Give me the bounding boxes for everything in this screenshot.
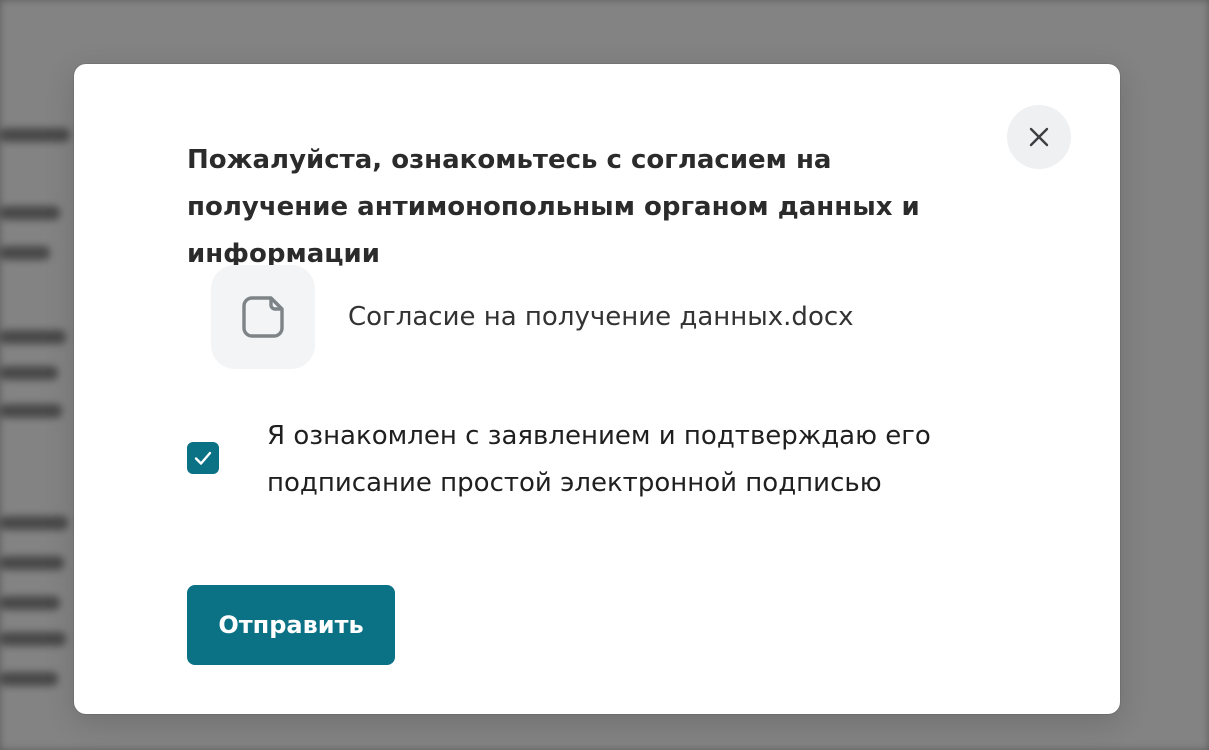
consent-checkbox[interactable]: [187, 442, 219, 474]
file-name[interactable]: Согласие на получение данных.docx: [348, 302, 854, 332]
attached-file[interactable]: Согласие на получение данных.docx: [211, 265, 854, 369]
checkmark-icon: [194, 451, 212, 465]
file-icon-container: [211, 265, 315, 369]
submit-button[interactable]: Отправить: [187, 585, 395, 665]
consent-dialog: Пожалуйста, ознакомьтесь с согласием на …: [74, 64, 1120, 714]
dialog-title: Пожалуйста, ознакомьтесь с согласием на …: [187, 145, 920, 269]
close-button[interactable]: [1007, 105, 1071, 169]
close-icon: [1029, 127, 1049, 147]
consent-label[interactable]: Я ознакомлен с заявлением и подтверждаю …: [267, 413, 1027, 507]
document-icon: [242, 296, 284, 338]
